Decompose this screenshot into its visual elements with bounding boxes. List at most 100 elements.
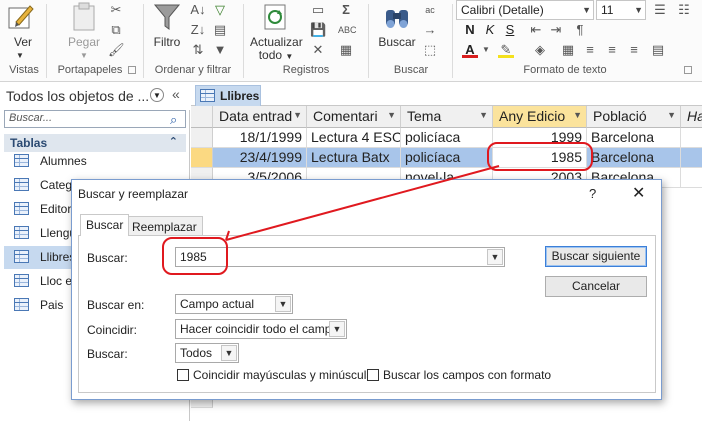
fill-color-icon[interactable]: ◈ [532, 42, 548, 58]
column-header-data-entrada[interactable]: Data entrad ▼ [213, 106, 307, 128]
font-size-select[interactable]: 11 ▼ [596, 0, 646, 20]
nav-item-alumnes[interactable]: Alumnes [4, 150, 186, 173]
look-in-select[interactable]: Campo actual ▼ [175, 294, 293, 314]
sort-ascending-icon[interactable]: A↓ [190, 2, 206, 18]
cell-ha[interactable] [681, 128, 702, 148]
find-next-button[interactable]: Buscar siguiente [545, 246, 647, 267]
search-icon[interactable]: ⌕ [170, 112, 177, 128]
dialog-launcher-icon[interactable] [684, 66, 692, 74]
advanced-filter-icon[interactable]: ▤ [212, 22, 228, 38]
numbering-icon[interactable]: ☷ [676, 2, 692, 18]
cell-tema[interactable]: policíaca [401, 148, 493, 168]
chevron-down-icon[interactable]: ▼ [221, 345, 237, 361]
totals-icon[interactable]: Σ [338, 2, 354, 18]
decrease-indent-icon[interactable]: ⇤ [528, 22, 544, 38]
cell-poblacio[interactable]: Barcelona [587, 148, 681, 168]
cut-icon[interactable]: ✂ [108, 2, 124, 18]
cell-tema[interactable]: policíaca [401, 128, 493, 148]
help-icon[interactable]: ? [589, 186, 596, 201]
paste-button[interactable]: Pegar [67, 36, 101, 49]
match-case-checkbox[interactable]: Coincidir mayúsculas y minúsculas [177, 368, 379, 382]
chevron-down-icon[interactable]: ▼ [387, 110, 396, 120]
copy-icon[interactable]: ⧉ [108, 22, 124, 38]
cancel-button[interactable]: Cancelar [545, 276, 647, 297]
search-formatted-checkbox[interactable]: Buscar los campos con formato [367, 368, 551, 382]
select-icon[interactable]: ⬚ [422, 42, 438, 58]
toggle-filter-icon[interactable]: ▼ [212, 42, 228, 58]
cell-ha[interactable] [681, 168, 702, 188]
bold-icon[interactable]: N [462, 22, 478, 38]
column-header-comentari[interactable]: Comentari ▼ [307, 106, 401, 128]
checkbox-box[interactable] [367, 369, 379, 381]
search-direction-select[interactable]: Todos ▼ [175, 343, 239, 363]
sort-descending-icon[interactable]: Z↓ [190, 22, 206, 38]
replace-icon[interactable]: ac [422, 2, 438, 18]
filter-icon[interactable] [153, 2, 181, 32]
close-icon[interactable]: ✕ [632, 183, 645, 203]
remove-sort-icon[interactable]: ⇅ [190, 42, 206, 58]
chevron-down-icon[interactable]: ▼ [275, 296, 291, 312]
nav-menu-chevron-icon[interactable]: ▼ [150, 88, 164, 102]
more-records-icon[interactable]: ▦ [338, 42, 354, 58]
nav-search-input[interactable]: Buscar... [4, 110, 186, 128]
delete-record-icon[interactable]: ✕ [310, 42, 326, 58]
alternate-row-color-icon[interactable]: ▤ [650, 42, 666, 58]
tab-reemplazar[interactable]: Reemplazar [126, 216, 203, 236]
chevron-down-icon[interactable]: ▼ [80, 49, 88, 62]
view-button[interactable]: Ver [12, 36, 34, 49]
chevron-down-icon[interactable]: ▼ [667, 110, 676, 120]
increase-indent-icon[interactable]: ⇥ [548, 22, 564, 38]
collapse-pane-icon[interactable]: « [172, 86, 180, 102]
font-color-icon[interactable]: A [462, 42, 478, 58]
align-left-icon[interactable]: ≡ [582, 42, 598, 58]
column-header-any-edicio[interactable]: Any Edicio ▼ [493, 106, 587, 128]
table-row-current[interactable]: 23/4/1999 Lectura Batx policíaca 1985 Ba… [191, 148, 702, 168]
highlight-icon[interactable]: ✎ [498, 42, 514, 58]
refresh-all-button[interactable]: Actualizar todo ▼ [250, 36, 303, 63]
save-record-icon[interactable]: 💾 [310, 22, 326, 38]
row-selector[interactable] [191, 148, 213, 168]
tab-buscar[interactable]: Buscar [80, 214, 130, 236]
refresh-icon[interactable] [262, 2, 290, 32]
cell-any-edicio-found[interactable]: 1985 [493, 148, 587, 168]
underline-icon[interactable]: S [502, 22, 518, 38]
text-direction-icon[interactable]: ¶ [572, 22, 588, 38]
font-name-select[interactable]: Calibri (Detalle) ▼ [456, 0, 594, 20]
filter-button[interactable]: Filtro [150, 36, 184, 49]
italic-icon[interactable]: K [482, 22, 498, 38]
find-button[interactable]: Buscar [377, 36, 417, 49]
collapse-section-icon[interactable]: ⌃ [169, 135, 178, 148]
gridlines-icon[interactable]: ▦ [560, 42, 576, 58]
chevron-down-icon[interactable]: ▼ [293, 110, 302, 120]
chevron-down-icon[interactable]: ▼ [16, 49, 24, 62]
align-center-icon[interactable]: ≡ [604, 42, 620, 58]
column-header-poblacio[interactable]: Població ▼ [587, 106, 681, 128]
view-icon[interactable] [6, 2, 36, 32]
paste-icon[interactable] [70, 2, 98, 32]
dialog-launcher-icon[interactable] [128, 66, 136, 74]
cell-comentari[interactable]: Lectura 4 ESO [307, 128, 401, 148]
selection-filter-icon[interactable]: ▽ [212, 2, 228, 18]
tab-llibres[interactable]: Llibres [195, 85, 261, 106]
cell-ha[interactable] [681, 148, 702, 168]
go-to-icon[interactable]: → [422, 22, 438, 38]
chevron-down-icon[interactable]: ▼ [478, 42, 494, 58]
cell-poblacio[interactable]: Barcelona [587, 128, 681, 148]
bullets-icon[interactable]: ☰ [652, 2, 668, 18]
checkbox-box[interactable] [177, 369, 189, 381]
chevron-down-icon[interactable]: ▼ [479, 110, 488, 120]
chevron-down-icon[interactable]: ▼ [573, 110, 582, 120]
new-record-icon[interactable]: ▭ [310, 2, 326, 18]
row-selector-header[interactable] [191, 106, 213, 128]
chevron-down-icon[interactable]: ▼ [329, 321, 345, 337]
row-selector[interactable] [191, 128, 213, 148]
column-header-ha[interactable]: Ha [681, 106, 702, 128]
align-right-icon[interactable]: ≡ [626, 42, 642, 58]
cell-comentari[interactable]: Lectura Batx [307, 148, 401, 168]
table-row[interactable]: 18/1/1999 Lectura 4 ESO policíaca 1999 B… [191, 128, 702, 148]
cell-any-edicio[interactable]: 1999 [493, 128, 587, 148]
column-header-tema[interactable]: Tema ▼ [401, 106, 493, 128]
cell-data-entrada[interactable]: 18/1/1999 [213, 128, 307, 148]
nav-title[interactable]: Todos los objetos de ... [6, 88, 149, 104]
format-painter-icon[interactable]: 🖌 [108, 42, 125, 58]
